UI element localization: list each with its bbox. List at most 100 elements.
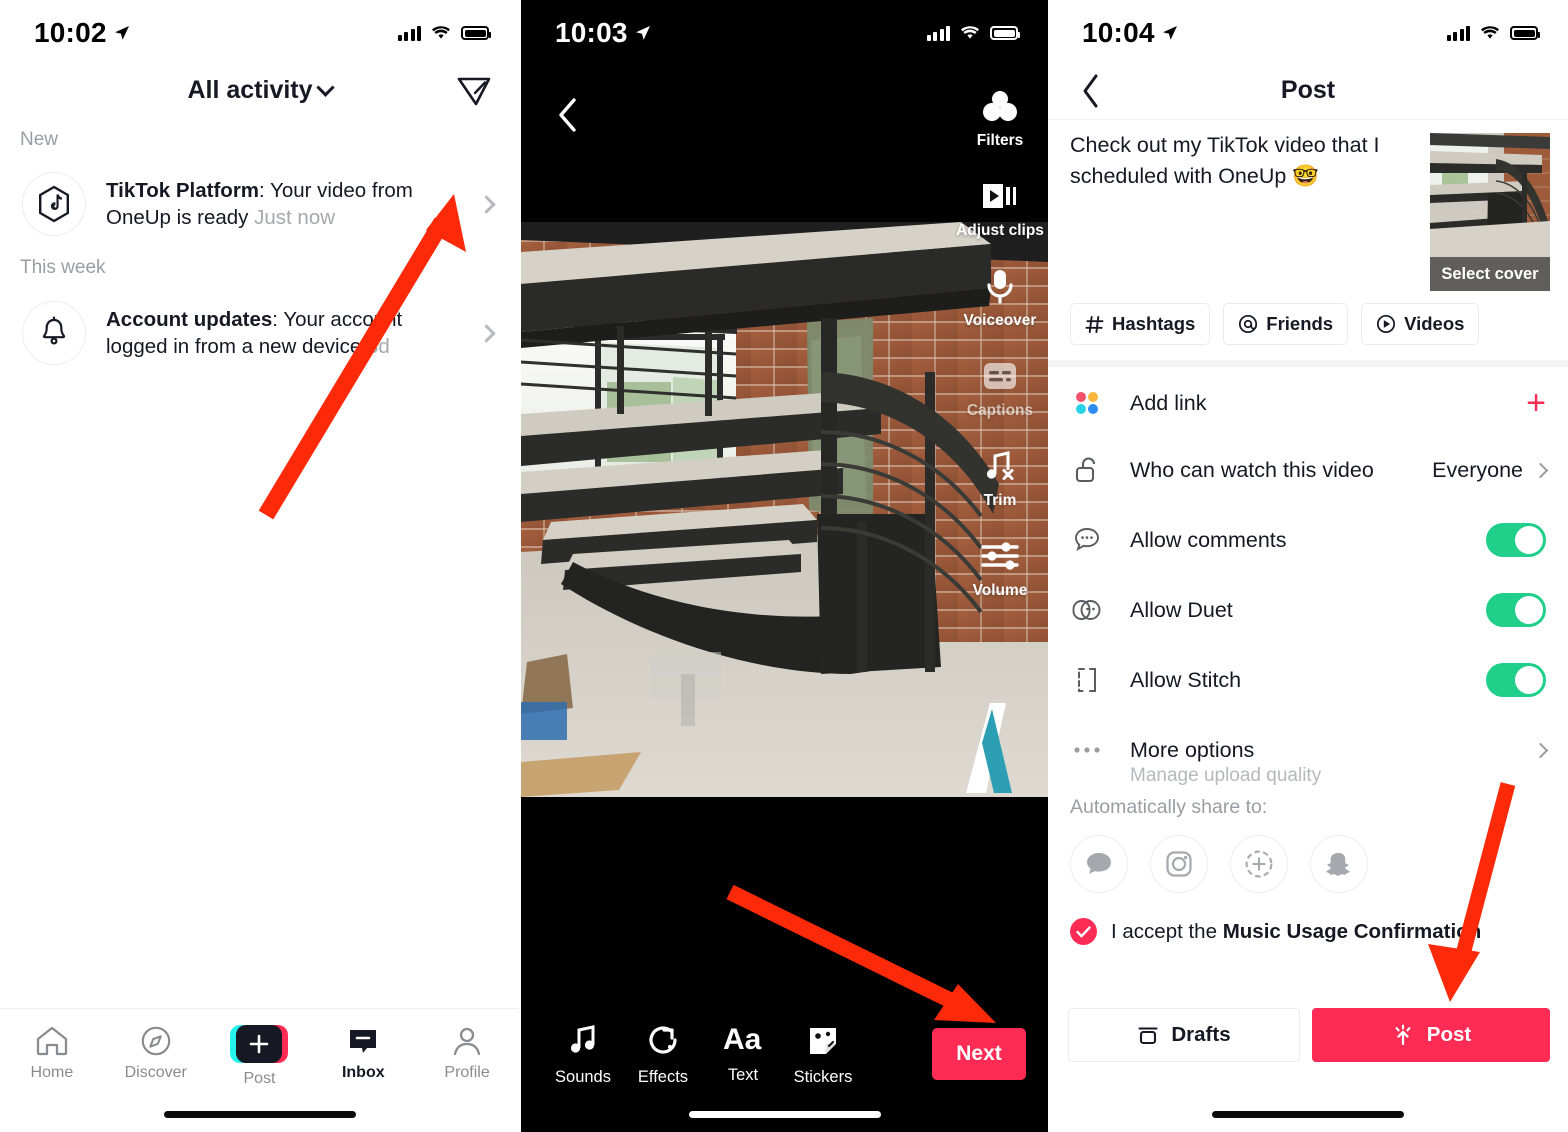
post-label: Post bbox=[1426, 1023, 1472, 1046]
status-indicators bbox=[397, 25, 491, 41]
panel-inbox: 10:02 All activity New TikTok Platform: … bbox=[0, 0, 519, 1132]
rail-label: Filters bbox=[976, 132, 1024, 149]
music-confirm-link[interactable]: Music Usage Confirmation bbox=[1223, 920, 1482, 943]
section-label-this-week: This week bbox=[20, 257, 106, 278]
tab-label: Home bbox=[30, 1064, 74, 1081]
rail-item-adjust-clips[interactable]: Adjust clips bbox=[952, 176, 1048, 240]
compass-icon bbox=[141, 1026, 170, 1056]
select-cover-thumbnail[interactable]: Select cover bbox=[1430, 133, 1550, 291]
post-button[interactable]: Post bbox=[1312, 1008, 1550, 1062]
drafts-label: Drafts bbox=[1171, 1023, 1231, 1046]
comment-icon bbox=[1070, 526, 1104, 554]
post-plus-button[interactable] bbox=[230, 1025, 289, 1063]
tab-inbox[interactable]: Inbox bbox=[311, 1025, 415, 1082]
row-add-link[interactable]: Add link + bbox=[1048, 368, 1568, 438]
rail-label: Adjust clips bbox=[956, 222, 1044, 239]
stitch-icon bbox=[1070, 666, 1104, 694]
row-label: Who can watch this video bbox=[1130, 457, 1374, 482]
toggle-allow-comments[interactable] bbox=[1486, 523, 1546, 557]
notification-row-tiktok-platform[interactable]: TikTok Platform: Your video from OneUp i… bbox=[0, 160, 519, 248]
rail-label: Trim bbox=[983, 492, 1017, 509]
chip-hashtags[interactable]: Hashtags bbox=[1070, 303, 1211, 345]
toggle-allow-duet[interactable] bbox=[1486, 593, 1546, 627]
battery-icon bbox=[1510, 26, 1540, 40]
home-icon bbox=[36, 1026, 68, 1056]
caption-input[interactable]: Check out my TikTok video that I schedul… bbox=[1070, 130, 1410, 191]
next-button[interactable]: Next bbox=[932, 1028, 1026, 1080]
activity-filter-dropdown[interactable]: All activity bbox=[187, 75, 335, 105]
filter-funnel-icon bbox=[457, 77, 491, 106]
tab-profile[interactable]: Profile bbox=[415, 1025, 519, 1082]
activity-filter-label: All activity bbox=[187, 75, 313, 104]
chevron-right-icon bbox=[477, 323, 496, 343]
chip-label: Videos bbox=[1404, 313, 1465, 334]
tab-home[interactable]: Home bbox=[0, 1025, 104, 1082]
bell-icon bbox=[22, 301, 86, 365]
instagram-story-icon[interactable] bbox=[1230, 835, 1288, 893]
rail-item-trim[interactable]: Trim bbox=[952, 446, 1048, 510]
back-button[interactable] bbox=[1070, 70, 1112, 112]
chip-videos[interactable]: Videos bbox=[1361, 303, 1480, 345]
row-privacy[interactable]: Who can watch this video Everyone bbox=[1048, 435, 1568, 505]
toggle-allow-stitch[interactable] bbox=[1486, 663, 1546, 697]
status-bar-post: 10:04 bbox=[1048, 0, 1568, 66]
location-arrow-icon bbox=[635, 26, 650, 40]
comment-bubble-icon bbox=[1075, 528, 1099, 552]
tool-label: Effects bbox=[637, 1068, 689, 1086]
inbox-header: All activity bbox=[0, 62, 519, 118]
tool-label: Stickers bbox=[793, 1068, 853, 1086]
chip-friends[interactable]: Friends bbox=[1223, 303, 1349, 345]
oneup-logo-watermark bbox=[966, 703, 1012, 793]
rail-item-captions[interactable]: Captions bbox=[952, 356, 1048, 420]
microphone-icon bbox=[980, 266, 1020, 306]
home-indicator bbox=[163, 1111, 356, 1118]
snapchat-icon[interactable] bbox=[1310, 835, 1368, 893]
cellular-signal-icon bbox=[1446, 25, 1470, 41]
notification-time: 3d bbox=[366, 335, 390, 358]
drafts-button[interactable]: Drafts bbox=[1068, 1008, 1300, 1062]
chevron-right-icon bbox=[477, 194, 496, 214]
volume-sliders-icon bbox=[980, 536, 1020, 576]
row-label: Allow Stitch bbox=[1130, 667, 1242, 692]
row-allow-duet[interactable]: Allow Duet bbox=[1048, 575, 1568, 645]
checkbox-checked-icon[interactable] bbox=[1070, 918, 1097, 945]
back-button[interactable] bbox=[553, 93, 597, 137]
notification-title: Account updates bbox=[106, 307, 273, 331]
rail-item-volume[interactable]: Volume bbox=[952, 536, 1048, 600]
tab-post[interactable]: Post bbox=[208, 1025, 312, 1088]
tool-effects[interactable]: Effects bbox=[623, 1022, 703, 1087]
filters-icon bbox=[980, 86, 1020, 126]
panel-post: 10:04 Post Check out my TikTok video tha… bbox=[1048, 0, 1568, 1132]
tool-stickers[interactable]: Stickers bbox=[783, 1022, 863, 1087]
caption-text: Check out my TikTok video that I schedul… bbox=[1070, 133, 1380, 188]
rail-label: Volume bbox=[972, 582, 1028, 599]
row-label: More options bbox=[1130, 737, 1255, 762]
post-upload-icon bbox=[1395, 1024, 1411, 1046]
tool-text[interactable]: Aa Text bbox=[703, 1022, 783, 1085]
add-link-plus-icon[interactable]: + bbox=[1526, 386, 1546, 420]
notification-time: Just now bbox=[254, 206, 336, 229]
captions-icon bbox=[980, 356, 1020, 396]
music-usage-confirmation[interactable]: I accept the Music Usage Confirmation bbox=[1070, 918, 1481, 945]
inbox-filter-icon[interactable] bbox=[451, 68, 497, 114]
row-allow-stitch[interactable]: Allow Stitch bbox=[1048, 645, 1568, 715]
tab-discover[interactable]: Discover bbox=[104, 1025, 208, 1082]
status-time: 10:03 bbox=[555, 17, 651, 49]
instagram-icon[interactable] bbox=[1150, 835, 1208, 893]
four-dots-glyph-icon bbox=[1076, 392, 1098, 414]
more-options-subtext: Manage upload quality bbox=[1130, 765, 1322, 786]
messages-bubble-icon[interactable] bbox=[1070, 835, 1128, 893]
svg-text:Aa: Aa bbox=[723, 1023, 762, 1056]
row-allow-comments[interactable]: Allow comments bbox=[1048, 505, 1568, 575]
ellipsis-glyph-icon bbox=[1074, 747, 1100, 753]
music-note-icon bbox=[570, 1025, 595, 1053]
captions-glyph-icon bbox=[984, 363, 1016, 389]
tool-sounds[interactable]: Sounds bbox=[543, 1022, 623, 1087]
select-cover-label: Select cover bbox=[1430, 257, 1550, 291]
notification-text: Account updates: Your account logged in … bbox=[106, 306, 480, 360]
notification-row-account-updates[interactable]: Account updates: Your account logged in … bbox=[0, 289, 519, 377]
trim-music-icon bbox=[980, 446, 1020, 486]
rail-item-voiceover[interactable]: Voiceover bbox=[952, 266, 1048, 330]
rail-item-filters[interactable]: Filters bbox=[952, 86, 1048, 150]
rail-label: Captions bbox=[966, 402, 1034, 419]
